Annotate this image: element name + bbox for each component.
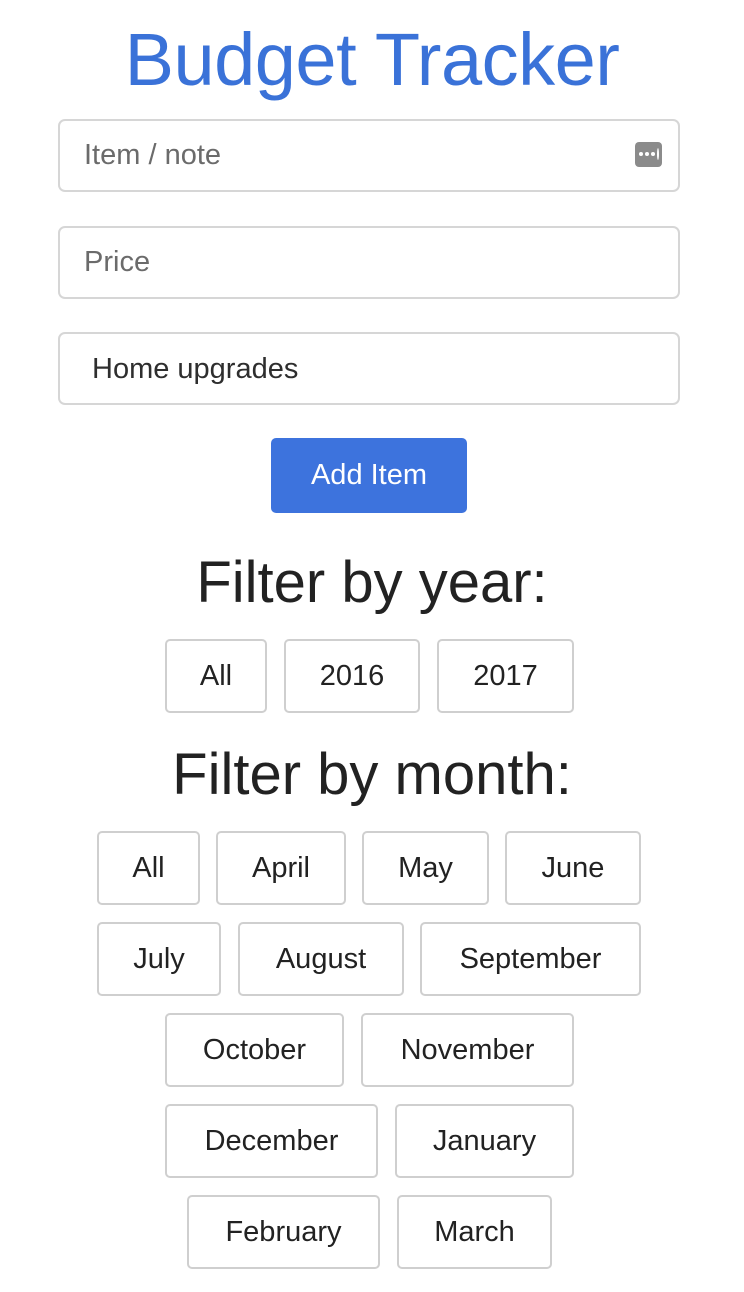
password-autofill-icon[interactable] xyxy=(635,142,662,167)
month-filter-july-button[interactable]: July xyxy=(97,922,221,996)
price-field[interactable] xyxy=(58,226,680,299)
month-filter-april-button[interactable]: April xyxy=(216,831,346,905)
month-filter-all-button[interactable]: All xyxy=(97,831,200,905)
year-filter-2017-button[interactable]: 2017 xyxy=(437,639,574,713)
month-filter-march-button[interactable]: March xyxy=(397,1195,552,1269)
month-filter-may-button[interactable]: May xyxy=(362,831,489,905)
month-filter-june-button[interactable]: June xyxy=(505,831,641,905)
month-filter-february-button[interactable]: February xyxy=(187,1195,380,1269)
year-filter-2016-button[interactable]: 2016 xyxy=(284,639,420,713)
month-filter-january-button[interactable]: January xyxy=(395,1104,574,1178)
category-select[interactable]: Home upgrades xyxy=(58,332,680,405)
category-select-value: Home upgrades xyxy=(92,353,299,385)
app-title: Budget Tracker xyxy=(124,18,620,101)
month-filter-september-button[interactable]: September xyxy=(420,922,641,996)
month-filter-december-button[interactable]: December xyxy=(165,1104,378,1178)
year-filter-all-button[interactable]: All xyxy=(165,639,267,713)
add-item-button[interactable]: Add Item xyxy=(271,438,467,513)
month-filter-november-button[interactable]: November xyxy=(361,1013,574,1087)
year-filter-heading: Filter by year: xyxy=(196,550,548,615)
price-input[interactable] xyxy=(60,228,678,297)
month-filter-heading: Filter by month: xyxy=(172,742,572,807)
month-filter-august-button[interactable]: August xyxy=(238,922,404,996)
month-filter-october-button[interactable]: October xyxy=(165,1013,344,1087)
item-note-field[interactable] xyxy=(58,119,680,192)
item-note-input[interactable] xyxy=(60,121,678,190)
